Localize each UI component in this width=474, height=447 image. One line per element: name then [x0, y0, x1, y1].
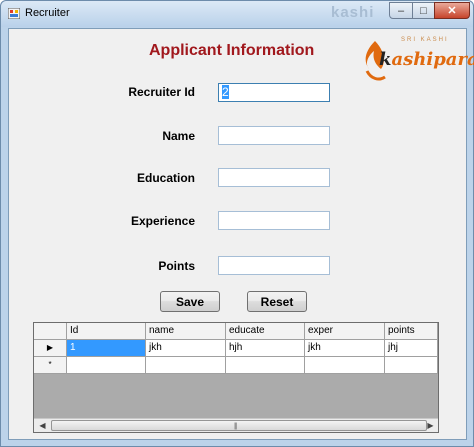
maximize-button[interactable]: □ [412, 2, 435, 19]
logo-subtitle: SRI KASHI [401, 37, 449, 43]
new-row-cell-id[interactable] [67, 357, 146, 374]
horizontal-scrollbar[interactable]: ◀ ||| ▶ [34, 418, 438, 432]
logo-text-k: k [379, 49, 392, 70]
recruiter-id-field[interactable]: 2 [218, 83, 330, 102]
column-header-id[interactable]: Id [67, 323, 146, 340]
new-row-cell-points[interactable] [385, 357, 438, 374]
scroll-right-icon[interactable]: ▶ [423, 419, 438, 432]
applicant-data-grid[interactable]: Id name educate exper points ▶ 1 jkh hjh… [33, 322, 439, 433]
column-header-points[interactable]: points [385, 323, 438, 340]
column-header-exper[interactable]: exper [305, 323, 385, 340]
name-label: Name [162, 129, 195, 143]
recruiter-id-value: 2 [222, 85, 229, 99]
save-button[interactable]: Save [160, 291, 220, 312]
page-title: Applicant Information [149, 42, 315, 59]
experience-label: Experience [130, 214, 195, 228]
app-icon [8, 8, 20, 19]
kashipara-logo: SRI KASHI kashipara [361, 35, 474, 91]
form-client-area: Applicant Information SRI KASHI kashipar… [8, 28, 474, 440]
scroll-left-icon[interactable]: ◀ [35, 419, 50, 432]
logo-text: kashipara [379, 49, 474, 70]
education-field[interactable] [218, 168, 330, 187]
window-title: Recruiter [25, 7, 70, 19]
row-pointer-icon[interactable]: ▶ [34, 340, 67, 357]
app-window: Recruiter kashi ‒ □ ✕ Applicant Informat… [0, 0, 474, 447]
grid-corner-cell[interactable] [34, 323, 67, 340]
scroll-grip-icon: ||| [234, 423, 238, 430]
table-cell-points[interactable]: jhj [385, 340, 438, 357]
new-row[interactable]: * [34, 357, 438, 374]
minimize-icon: ‒ [397, 4, 405, 17]
experience-field[interactable] [218, 211, 330, 230]
column-header-educate[interactable]: educate [226, 323, 305, 340]
grid-header-row: Id name educate exper points [34, 323, 438, 340]
new-row-cell-educate[interactable] [226, 357, 305, 374]
recruiter-id-label: Recruiter Id [128, 85, 195, 99]
scroll-thumb[interactable]: ||| [51, 420, 427, 431]
watermark-text: kashi [331, 4, 375, 21]
table-cell-name[interactable]: jkh [146, 340, 226, 357]
points-field[interactable] [218, 256, 330, 275]
close-button[interactable]: ✕ [434, 2, 470, 19]
table-cell-id[interactable]: 1 [67, 340, 146, 357]
table-row[interactable]: ▶ 1 jkh hjh jkh jhj [34, 340, 438, 357]
maximize-icon: □ [420, 4, 427, 17]
reset-button[interactable]: Reset [247, 291, 307, 312]
new-row-marker[interactable]: * [34, 357, 67, 374]
points-label: Points [158, 259, 195, 273]
name-field[interactable] [218, 126, 330, 145]
table-cell-exper[interactable]: jkh [305, 340, 385, 357]
close-icon: ✕ [447, 5, 457, 17]
new-row-cell-exper[interactable] [305, 357, 385, 374]
logo-text-rest: ashipara [391, 49, 474, 70]
new-row-cell-name[interactable] [146, 357, 226, 374]
title-bar[interactable]: Recruiter kashi ‒ □ ✕ [1, 1, 473, 27]
education-label: Education [136, 171, 195, 185]
minimize-button[interactable]: ‒ [389, 2, 413, 19]
table-cell-educate[interactable]: hjh [226, 340, 305, 357]
column-header-name[interactable]: name [146, 323, 226, 340]
